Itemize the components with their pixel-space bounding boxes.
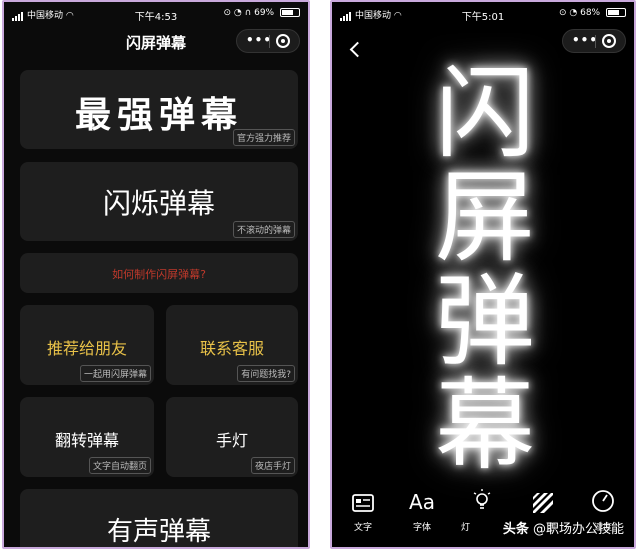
battery-percent: 68% [580, 8, 601, 18]
capsule-divider [595, 35, 596, 48]
recommend-label: 推荐给朋友 [46, 339, 127, 358]
display-char: 闪 [435, 55, 535, 172]
flip-card[interactable]: 翻转弹幕 文字自动翻页 [20, 397, 154, 477]
nav-bar: ••• [332, 26, 634, 56]
font-tool-label: 字体 [412, 523, 431, 533]
lightbulb-icon [473, 489, 491, 509]
battery-icon [280, 8, 300, 17]
sound-danmaku-card[interactable]: 有声弹幕 [20, 489, 298, 547]
howto-label: 如何制作闪屏弹幕? [112, 268, 206, 281]
flashlight-label: 手灯 [215, 431, 248, 450]
flip-label: 翻转弹幕 [54, 431, 119, 450]
close-target-icon[interactable] [602, 34, 616, 48]
watermark-handle: @职场办公技能 [532, 522, 624, 537]
capsule-divider [269, 35, 270, 48]
flashlight-tag: 夜店手灯 [250, 457, 295, 474]
left-phone-screen: 中国移动 ◠ 下午4:53 ⊙ ◔ ∩ 69% 闪屏弹幕 ••• 最强弹幕 官方… [2, 0, 310, 549]
flash-tag: 不滚动的弹幕 [232, 221, 295, 238]
text-card-icon [352, 494, 374, 512]
recommend-tag: 一起用闪屏弹幕 [79, 365, 151, 382]
battery-icon [606, 8, 626, 17]
display-char: 弹 [435, 263, 535, 380]
location-icon: ⊙ [558, 8, 567, 18]
sound-danmaku-label: 有声弹幕 [106, 517, 211, 547]
support-label: 联系客服 [199, 339, 264, 358]
close-target-icon[interactable] [276, 34, 290, 48]
headphones-icon: ∩ [244, 8, 252, 18]
status-right: ⊙ ◔ ∩ 69% [223, 8, 300, 18]
battery-percent: 69% [254, 8, 275, 18]
flip-tag: 文字自动翻页 [88, 457, 151, 474]
display-char: 屏 [435, 159, 535, 276]
status-right: ⊙ ◔ 68% [559, 8, 626, 18]
mini-program-capsule: ••• [562, 29, 626, 53]
alarm-icon: ◔ [233, 8, 242, 18]
mini-program-capsule: ••• [236, 29, 300, 53]
stripes-icon [533, 493, 553, 513]
flash-danmaku-card[interactable]: 闪烁弹幕 不滚动的弹幕 [20, 162, 298, 241]
support-tag: 有问题找我? [237, 365, 295, 382]
location-icon: ⊙ [223, 8, 232, 18]
alarm-icon: ◔ [569, 8, 578, 18]
light-tool-label: 灯 [461, 523, 471, 533]
status-bar: 中国移动 ◠ 下午5:01 ⊙ ◔ 68% [332, 2, 634, 24]
flashlight-card[interactable]: 手灯 夜店手灯 [166, 397, 298, 477]
strongest-danmaku-card[interactable]: 最强弹幕 官方强力推荐 [20, 70, 298, 149]
strongest-tag: 官方强力推荐 [232, 129, 295, 146]
toutiao-watermark: 头条 @职场办公技能 [503, 518, 624, 537]
right-phone-screen: 中国移动 ◠ 下午5:01 ⊙ ◔ 68% ••• 闪 屏 弹 幕 文字 Aa … [330, 0, 636, 549]
support-card[interactable]: 联系客服 有问题找我? [166, 305, 298, 385]
text-tool-label: 文字 [353, 523, 372, 533]
status-bar: 中国移动 ◠ 下午4:53 ⊙ ◔ ∩ 69% [4, 2, 308, 24]
nav-bar: 闪屏弹幕 ••• [4, 26, 308, 56]
display-char: 幕 [435, 367, 535, 484]
howto-card[interactable]: 如何制作闪屏弹幕? [20, 253, 298, 293]
recommend-card[interactable]: 推荐给朋友 一起用闪屏弹幕 [20, 305, 154, 385]
watermark-source: 头条 [502, 522, 529, 537]
flash-danmaku-display: 闪 屏 弹 幕 [420, 62, 550, 478]
speedometer-icon [592, 490, 614, 512]
flash-danmaku-label: 闪烁弹幕 [102, 187, 215, 220]
font-aa-icon: Aa [409, 490, 435, 514]
